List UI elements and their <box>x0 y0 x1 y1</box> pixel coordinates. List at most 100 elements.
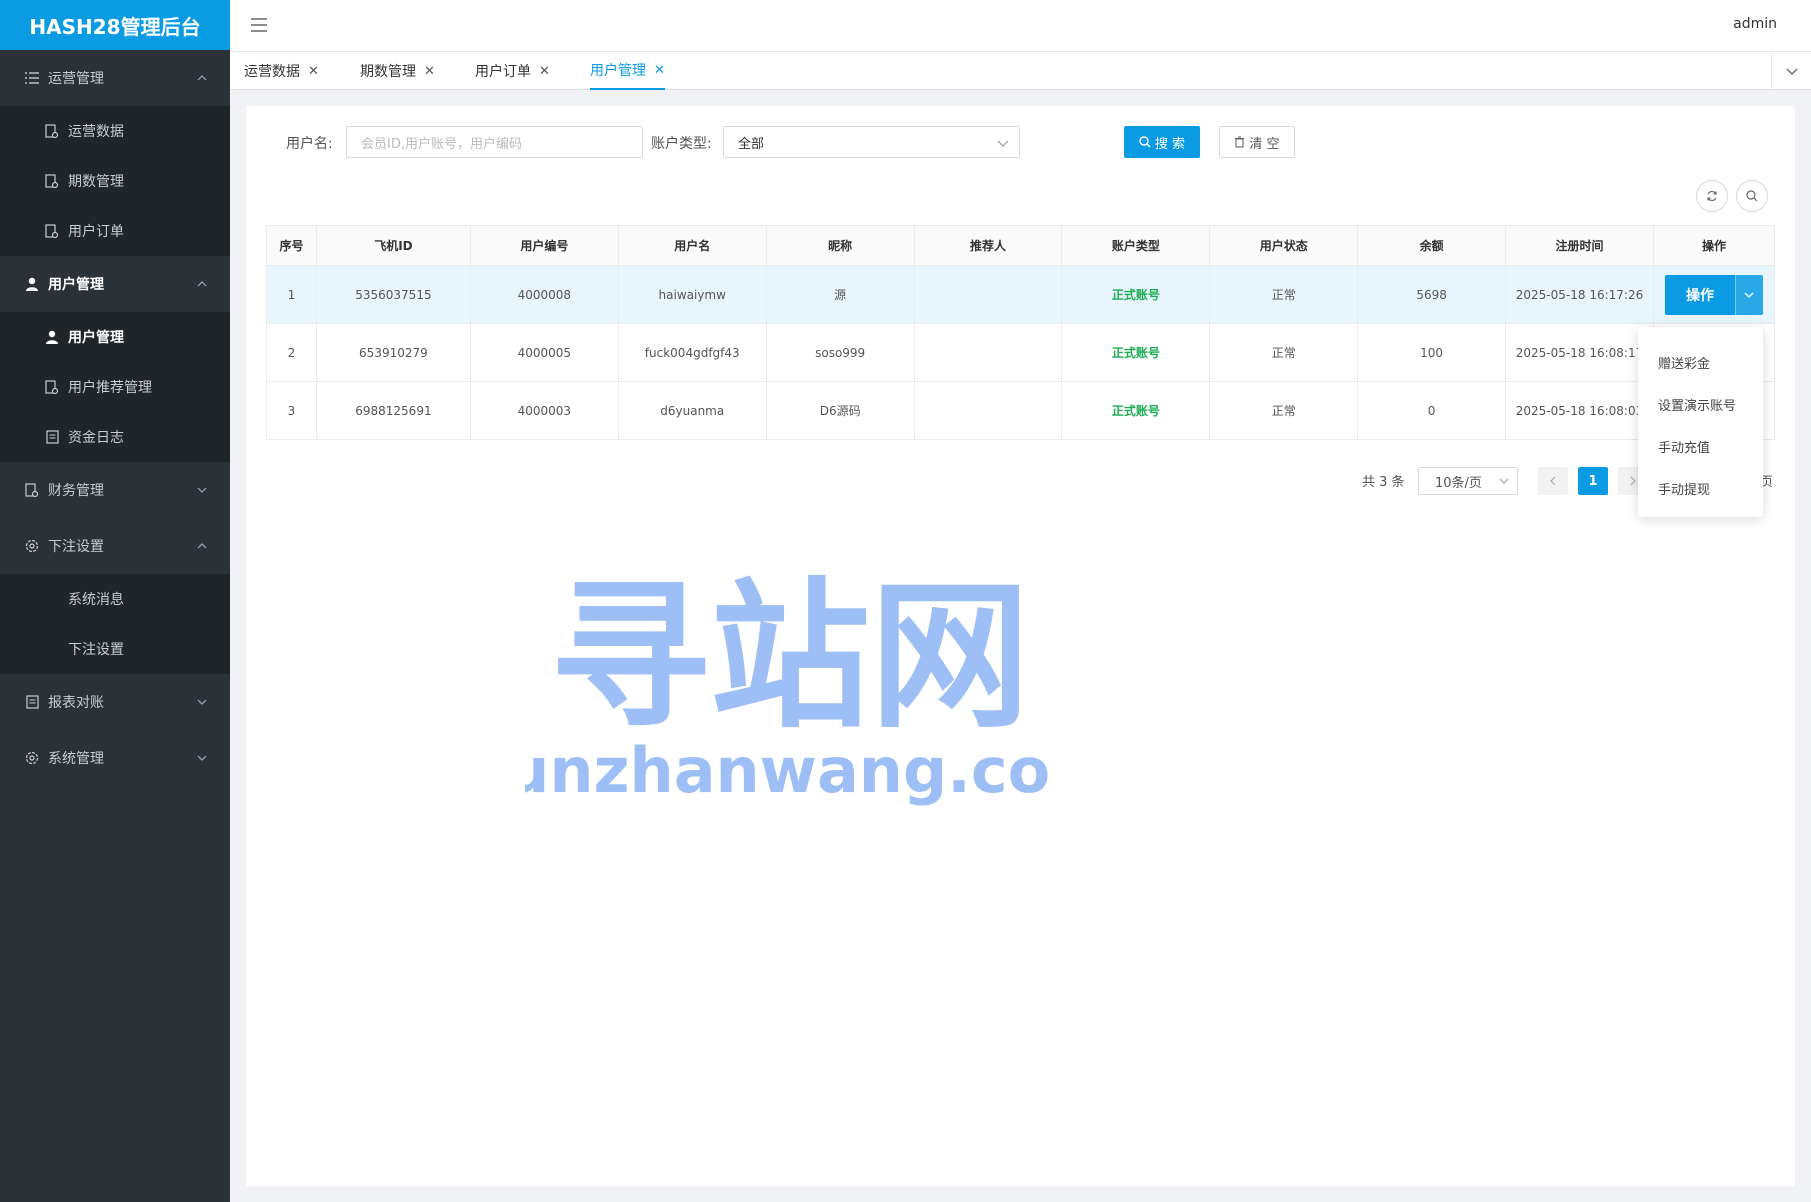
sidebar-item-label: 资金日志 <box>68 430 124 446</box>
table-row[interactable]: 2 653910279 4000005 fuck004gdfgf43 soso9… <box>266 323 1776 382</box>
close-icon[interactable]: ✕ <box>539 64 550 79</box>
cell-nickname: D6源码 <box>765 381 915 440</box>
cell-balance: 100 <box>1357 323 1507 382</box>
action-dropdown-toggle[interactable] <box>1734 274 1763 315</box>
menu-group-reports[interactable]: 报表对账 <box>0 674 230 730</box>
tab-dropdown-button[interactable] <box>1771 52 1811 90</box>
chevron-left-icon <box>1550 476 1556 486</box>
tab-bar: 运营数据 ✕ 期数管理 ✕ 用户订单 ✕ 用户管理 ✕ <box>230 52 1811 90</box>
sidebar-item-operation-data[interactable]: 运营数据 <box>0 106 230 156</box>
chevron-up-icon <box>197 75 207 81</box>
refresh-button[interactable] <box>1696 180 1728 212</box>
cell-referrer <box>913 323 1063 382</box>
sidebar-item-label: 用户推荐管理 <box>68 380 152 396</box>
menu-item-manual-withdraw[interactable]: 手动提现 <box>1638 467 1763 509</box>
menu-group-label: 系统管理 <box>48 751 104 767</box>
cell-index: 3 <box>266 381 317 440</box>
username-input[interactable]: 会员ID,用户账号，用户编码 <box>346 126 643 158</box>
menu-toggle-icon[interactable] <box>250 16 268 34</box>
close-icon[interactable]: ✕ <box>424 64 435 79</box>
cell-index: 1 <box>266 265 317 324</box>
clear-button[interactable]: 清 空 <box>1219 126 1295 158</box>
sidebar-item-user-orders[interactable]: 用户订单 <box>0 206 230 256</box>
username-label: 用户名: <box>286 136 333 152</box>
doc-settings-icon <box>44 223 60 239</box>
app-logo[interactable]: HASH28管理后台 <box>0 0 230 50</box>
doc-settings-icon <box>24 482 40 498</box>
cell-account-type: 正式账号 <box>1061 381 1211 440</box>
account-type-select[interactable]: 全部 <box>723 126 1020 158</box>
menu-group-label: 下注设置 <box>48 539 104 555</box>
cell-user-number: 4000005 <box>469 323 619 382</box>
table-row[interactable]: 1 5356037515 4000008 haiwaiymw 源 正式账号 正常… <box>266 265 1776 324</box>
sidebar-item-user-referral[interactable]: 用户推荐管理 <box>0 362 230 412</box>
menu-group-finance[interactable]: 财务管理 <box>0 462 230 518</box>
cell-nickname: 源 <box>765 265 915 324</box>
table-row[interactable]: 3 6988125691 4000003 d6yuanma D6源码 正式账号 … <box>266 381 1776 440</box>
tab-user-orders[interactable]: 用户订单 ✕ <box>475 52 550 90</box>
cell-username: fuck004gdfgf43 <box>617 323 767 382</box>
close-icon[interactable]: ✕ <box>654 63 665 78</box>
cell-user-status: 正常 <box>1209 381 1359 440</box>
tab-label: 用户订单 <box>475 64 531 80</box>
cell-referrer <box>913 381 1063 440</box>
prev-page-button[interactable] <box>1538 467 1568 495</box>
page-size-select[interactable]: 10条/页 <box>1418 467 1518 495</box>
tab-user-management[interactable]: 用户管理 ✕ <box>590 52 665 90</box>
cell-user-status: 正常 <box>1209 265 1359 324</box>
watermark-title: 寻站网 <box>550 563 1030 750</box>
tab-operation-data[interactable]: 运营数据 ✕ <box>244 52 319 90</box>
menu-group-system[interactable]: 系统管理 <box>0 730 230 786</box>
action-dropdown-menu: 赠送彩金 设置演示账号 手动充值 手动提现 <box>1638 327 1763 517</box>
doc-settings-icon <box>44 379 60 395</box>
menu-group-bet-settings[interactable]: 下注设置 <box>0 518 230 574</box>
menu-item-gift-bonus[interactable]: 赠送彩金 <box>1638 341 1763 383</box>
menu-group-label: 运营管理 <box>48 71 104 87</box>
table-header-row: 序号 飞机ID 用户编号 用户名 昵称 推荐人 账户类型 用户状态 余额 注册时… <box>266 225 1776 266</box>
action-button[interactable]: 操作 <box>1664 274 1735 315</box>
submenu-users: 用户管理 用户推荐管理 资金日志 <box>0 312 230 462</box>
tab-period-management[interactable]: 期数管理 ✕ <box>360 52 435 90</box>
column-header: 用户编号 <box>469 225 619 266</box>
submenu-bet-settings: 系统消息 下注设置 <box>0 574 230 674</box>
refresh-icon <box>1707 190 1717 202</box>
sidebar-item-label: 系统消息 <box>68 592 124 608</box>
column-header: 账户类型 <box>1061 225 1211 266</box>
cell-user-number: 4000003 <box>469 381 619 440</box>
menu-group-users[interactable]: 用户管理 <box>0 256 230 312</box>
chevron-down-icon <box>997 140 1009 147</box>
search-button-label: 搜 索 <box>1154 136 1186 152</box>
sidebar-item-fund-log[interactable]: 资金日志 <box>0 412 230 462</box>
sidebar-item-period-management[interactable]: 期数管理 <box>0 156 230 206</box>
cell-nickname: soso999 <box>765 323 915 382</box>
sidebar-item-system-messages[interactable]: 系统消息 <box>0 574 230 624</box>
cell-telegram-id: 6988125691 <box>315 381 471 440</box>
user-menu[interactable]: admin <box>1733 16 1777 32</box>
sidebar-item-user-management[interactable]: 用户管理 <box>0 312 230 362</box>
menu-group-label: 用户管理 <box>48 277 104 293</box>
sidebar: HASH28管理后台 运营管理 运营数据 期数管理 用户订单 用户管理 用户管理 <box>0 0 230 1202</box>
search-button[interactable]: 搜 索 <box>1124 126 1200 158</box>
toggle-search-button[interactable] <box>1736 180 1768 212</box>
sidebar-item-bet-settings[interactable]: 下注设置 <box>0 624 230 674</box>
top-header: admin <box>230 0 1811 52</box>
submenu-operations: 运营数据 期数管理 用户订单 <box>0 106 230 256</box>
chevron-down-icon <box>1786 68 1797 75</box>
menu-group-label: 报表对账 <box>48 695 104 711</box>
column-header: 用户名 <box>617 225 767 266</box>
sidebar-item-label: 运营数据 <box>68 124 124 140</box>
menu-item-set-demo-account[interactable]: 设置演示账号 <box>1638 383 1763 425</box>
menu-group-operations[interactable]: 运营管理 <box>0 50 230 106</box>
cell-actions: 操作 <box>1652 265 1776 324</box>
tab-label: 运营数据 <box>244 64 300 80</box>
gear-icon <box>24 750 40 766</box>
chevron-down-icon <box>197 755 207 761</box>
page-number-current[interactable]: 1 <box>1578 467 1608 495</box>
close-icon[interactable]: ✕ <box>308 64 319 79</box>
pagination-total: 共 3 条 <box>1362 475 1405 490</box>
tab-label: 期数管理 <box>360 64 416 80</box>
cell-balance: 0 <box>1357 381 1507 440</box>
menu-item-manual-recharge[interactable]: 手动充值 <box>1638 425 1763 467</box>
clear-button-label: 清 空 <box>1249 136 1280 152</box>
sidebar-item-label: 下注设置 <box>68 642 124 658</box>
